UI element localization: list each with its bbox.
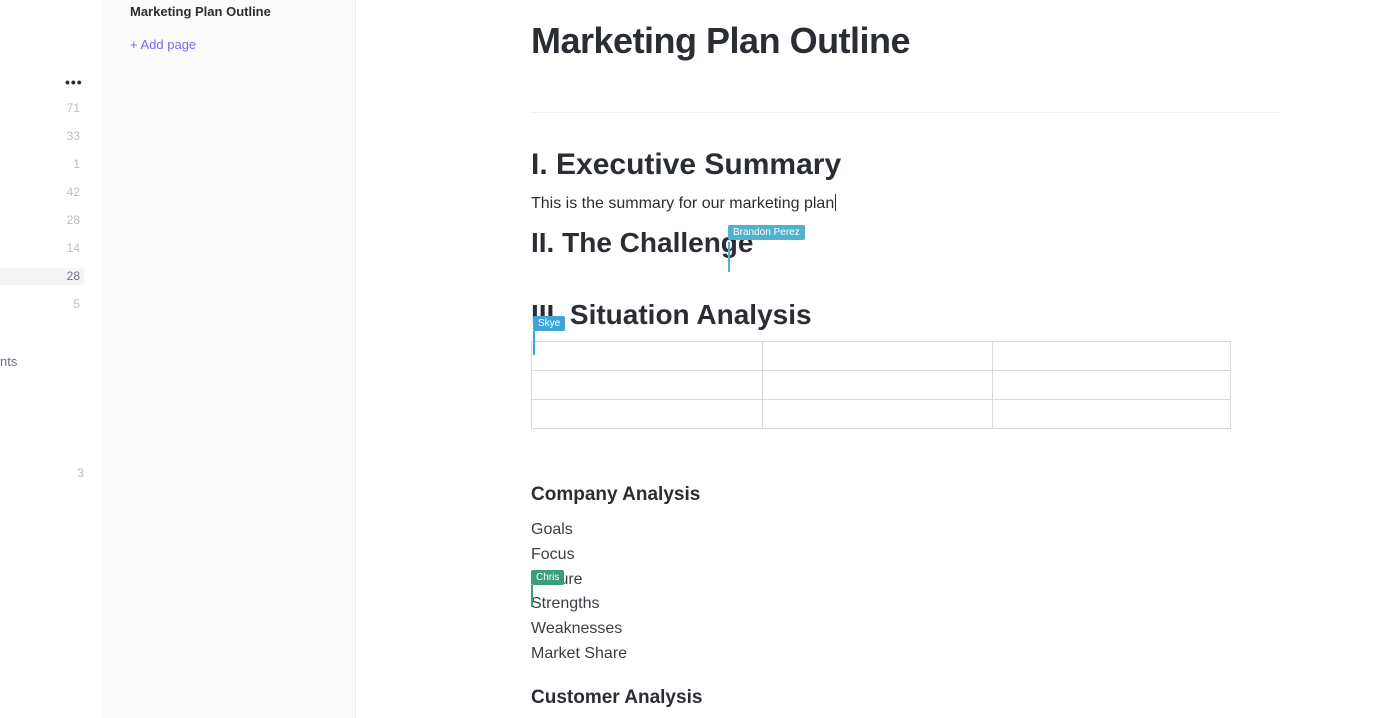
exec-summary-body[interactable]: This is the summary for our marketing pl… — [531, 194, 1280, 213]
list-item[interactable]: Culture — [531, 568, 1280, 593]
sidebar-label-fragment: nts — [0, 354, 17, 369]
count-item[interactable]: 28 — [63, 212, 84, 229]
heading-customer-analysis[interactable]: Customer Analysis — [531, 687, 1280, 709]
collaborator-caret — [533, 331, 535, 355]
table-row[interactable] — [532, 371, 1231, 400]
table-cell[interactable] — [762, 400, 993, 429]
count-item[interactable]: 42 — [63, 184, 84, 201]
table-cell[interactable] — [993, 400, 1231, 429]
count-item[interactable]: 14 — [63, 240, 84, 257]
list-item[interactable]: Focus — [531, 543, 1280, 568]
collaborator-tag: Chris — [531, 570, 564, 585]
table-cell[interactable] — [993, 371, 1231, 400]
add-page-button[interactable]: + Add page — [130, 37, 335, 52]
sidebar-counts: 71 33 1 42 28 14 28 5 — [0, 100, 84, 313]
table-cell[interactable] — [532, 342, 763, 371]
heading-challenge-text: II. The Challenge — [531, 227, 753, 258]
table-cell[interactable] — [993, 342, 1231, 371]
collaborator-cursor-chris: Chris — [531, 570, 564, 585]
heading-situation[interactable]: III. Situation Analysis — [531, 299, 1280, 331]
analysis-table[interactable] — [531, 341, 1231, 429]
left-count-sidebar: ••• 71 33 1 42 28 14 28 5 nts 3 — [0, 0, 102, 718]
doc-title-wrap: Marketing Plan Outline — [531, 20, 1280, 113]
heading-company-analysis[interactable]: Company Analysis — [531, 484, 1280, 506]
doc-title[interactable]: Marketing Plan Outline — [531, 20, 1280, 77]
list-item[interactable]: Goals — [531, 518, 1280, 543]
collaborator-tag: Skye — [533, 316, 565, 331]
company-items[interactable]: Chris Goals Focus Culture Strengths Weak… — [531, 518, 1280, 667]
heading-exec-summary[interactable]: I. Executive Summary — [531, 148, 1280, 182]
table-cell[interactable] — [532, 371, 763, 400]
count-item-active[interactable]: 28 — [0, 268, 84, 285]
count-item[interactable]: 33 — [63, 128, 84, 145]
analysis-table-wrap: Skye — [531, 341, 1280, 429]
count-item[interactable]: 71 — [63, 100, 84, 117]
collaborator-tag: Brandon Perez — [728, 225, 805, 240]
collaborator-caret — [728, 242, 730, 272]
list-item[interactable]: Weaknesses — [531, 617, 1280, 642]
ellipsis-icon[interactable]: ••• — [65, 74, 83, 90]
collaborator-cursor-skye: Skye — [533, 316, 565, 331]
table-cell[interactable] — [762, 342, 993, 371]
list-item[interactable]: Market Share — [531, 642, 1280, 667]
count-bottom[interactable]: 3 — [77, 466, 84, 480]
document-editor[interactable]: Marketing Plan Outline I. Executive Summ… — [356, 0, 1400, 718]
collaborator-caret — [531, 585, 533, 607]
nav-doc-title[interactable]: Marketing Plan Outline — [130, 4, 335, 19]
collaborator-cursor-brandon: Brandon Perez — [728, 225, 805, 240]
count-item[interactable]: 1 — [69, 156, 84, 173]
table-cell[interactable] — [532, 400, 763, 429]
table-row[interactable] — [532, 342, 1231, 371]
table-cell[interactable] — [762, 371, 993, 400]
heading-challenge[interactable]: II. The Challenge Brandon Perez — [531, 227, 1280, 259]
page-nav-panel: Marketing Plan Outline + Add page — [102, 0, 356, 718]
count-item[interactable]: 5 — [69, 296, 84, 313]
table-row[interactable] — [532, 400, 1231, 429]
list-item[interactable]: Strengths — [531, 592, 1280, 617]
